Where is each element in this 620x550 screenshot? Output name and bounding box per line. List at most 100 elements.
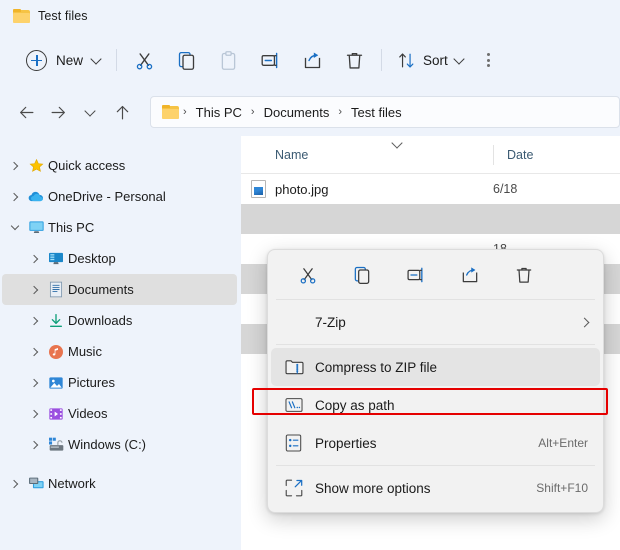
overflow-button[interactable] bbox=[478, 43, 500, 77]
context-copy-button[interactable] bbox=[342, 258, 382, 292]
table-row[interactable]: photo.jpg 6/18 bbox=[241, 174, 620, 204]
rename-icon bbox=[261, 52, 277, 68]
context-menu-item-copy-as-path[interactable]: Copy as path bbox=[271, 386, 600, 424]
context-rename-button[interactable] bbox=[396, 258, 436, 292]
toolbar-divider bbox=[116, 49, 118, 71]
paste-button[interactable] bbox=[207, 43, 249, 77]
paste-icon bbox=[221, 50, 235, 70]
expand-chevron-icon[interactable] bbox=[26, 378, 44, 387]
cloud-icon bbox=[24, 189, 48, 204]
sidebar-item-windows-c[interactable]: Windows (C:) bbox=[2, 429, 237, 460]
arrow-right-icon bbox=[51, 106, 65, 118]
up-button[interactable] bbox=[106, 96, 138, 128]
expand-chevron-icon[interactable] bbox=[26, 440, 44, 449]
videos-icon bbox=[44, 406, 68, 422]
forward-button[interactable] bbox=[42, 96, 74, 128]
expand-chevron-icon[interactable] bbox=[26, 316, 44, 325]
context-menu-item-label: Compress to ZIP file bbox=[315, 359, 438, 375]
breadcrumb-item-documents[interactable]: Documents bbox=[259, 105, 335, 120]
copy-button[interactable] bbox=[165, 43, 207, 77]
scissors-icon bbox=[300, 268, 316, 284]
sort-button[interactable]: Sort bbox=[388, 43, 472, 77]
breadcrumb-item-test-files[interactable]: Test files bbox=[346, 105, 407, 120]
delete-button[interactable] bbox=[333, 43, 375, 77]
address-bar[interactable]: › This PC › Documents › Test files bbox=[150, 96, 620, 128]
sidebar-item-label: Quick access bbox=[48, 158, 126, 173]
context-menu-icon-row bbox=[268, 254, 603, 296]
expand-icon bbox=[285, 479, 315, 497]
properties-icon bbox=[285, 434, 315, 452]
breadcrumb-item-this-pc[interactable]: This PC bbox=[191, 105, 247, 120]
context-menu-divider bbox=[276, 299, 595, 300]
context-share-button[interactable] bbox=[450, 258, 490, 292]
sidebar-item-videos[interactable]: Videos bbox=[2, 398, 237, 429]
file-date: 6/18 bbox=[493, 182, 518, 196]
trash-icon bbox=[346, 52, 362, 69]
folder-icon bbox=[13, 9, 30, 23]
context-menu[interactable]: 7-Zip Compress to ZIP file Copy as path … bbox=[267, 249, 604, 513]
context-menu-item-label: 7-Zip bbox=[315, 314, 346, 330]
expand-chevron-icon[interactable] bbox=[26, 254, 44, 263]
context-menu-item-accelerator: Shift+F10 bbox=[536, 481, 588, 495]
back-button[interactable] bbox=[10, 96, 42, 128]
desktop-icon bbox=[44, 251, 68, 266]
sidebar-item-label: Windows (C:) bbox=[68, 437, 147, 452]
recent-locations-button[interactable] bbox=[74, 96, 106, 128]
column-header-name[interactable]: Name bbox=[241, 136, 493, 162]
new-button-label: New bbox=[56, 52, 84, 68]
sidebar-item-label: OneDrive - Personal bbox=[48, 189, 166, 204]
expand-chevron-icon[interactable] bbox=[26, 347, 44, 356]
drive-icon bbox=[44, 437, 68, 452]
rename-button[interactable] bbox=[249, 43, 291, 77]
network-icon bbox=[24, 476, 48, 492]
sidebar-item-documents[interactable]: Documents bbox=[2, 274, 237, 305]
expand-chevron-icon[interactable] bbox=[26, 409, 44, 418]
expand-chevron-icon[interactable] bbox=[6, 192, 24, 201]
sidebar-item-music[interactable]: Music bbox=[2, 336, 237, 367]
sidebar-item-label: Desktop bbox=[68, 251, 116, 266]
breadcrumb-separator: › bbox=[250, 106, 255, 118]
star-icon bbox=[24, 158, 48, 173]
sort-button-label: Sort bbox=[423, 52, 448, 68]
column-header-name-label: Name bbox=[275, 147, 309, 162]
expand-chevron-icon[interactable] bbox=[6, 161, 24, 170]
sidebar-item-pictures[interactable]: Pictures bbox=[2, 367, 237, 398]
trash-icon bbox=[516, 267, 532, 283]
context-menu-item-show-more-options[interactable]: Show more options Shift+F10 bbox=[271, 469, 600, 507]
collapse-chevron-icon[interactable] bbox=[6, 221, 24, 231]
context-menu-divider bbox=[276, 344, 595, 345]
sidebar-item-this-pc[interactable]: This PC bbox=[2, 212, 237, 243]
context-menu-item-compress-to-zip[interactable]: Compress to ZIP file bbox=[271, 348, 600, 386]
column-header-date[interactable]: Date bbox=[494, 148, 533, 162]
expand-chevron-icon[interactable] bbox=[26, 285, 44, 294]
context-menu-item-7zip[interactable]: 7-Zip bbox=[271, 303, 600, 341]
new-button[interactable]: New bbox=[22, 44, 110, 76]
context-menu-item-label: Show more options bbox=[315, 480, 431, 496]
file-explorer-window: Test files New Sort › This PC › Document… bbox=[0, 0, 620, 550]
sidebar-item-downloads[interactable]: Downloads bbox=[2, 305, 237, 336]
context-delete-button[interactable] bbox=[504, 258, 544, 292]
breadcrumb-separator: › bbox=[183, 106, 187, 118]
sidebar-item-quick-access[interactable]: Quick access bbox=[2, 150, 237, 181]
cut-button[interactable] bbox=[123, 43, 165, 77]
context-cut-button[interactable] bbox=[288, 258, 328, 292]
context-menu-item-properties[interactable]: Properties Alt+Enter bbox=[271, 424, 600, 462]
chevron-down-icon bbox=[84, 104, 96, 117]
documents-icon bbox=[44, 281, 68, 298]
chevron-down-icon bbox=[453, 52, 465, 65]
share-icon bbox=[462, 267, 478, 283]
command-bar: New Sort bbox=[0, 32, 620, 88]
sidebar-item-label: Music bbox=[68, 344, 102, 359]
sidebar-item-network[interactable]: Network bbox=[2, 468, 237, 499]
navigation-pane[interactable]: Quick access OneDrive - Personal This PC bbox=[0, 136, 241, 550]
expand-chevron-icon[interactable] bbox=[6, 479, 24, 488]
copy-path-icon bbox=[285, 397, 315, 413]
column-header-row: Name Date bbox=[241, 136, 620, 174]
table-row[interactable] bbox=[241, 204, 620, 234]
sidebar-item-onedrive[interactable]: OneDrive - Personal bbox=[2, 181, 237, 212]
music-icon bbox=[44, 344, 68, 360]
pictures-icon bbox=[44, 375, 68, 391]
share-button[interactable] bbox=[291, 43, 333, 77]
more-vertical-icon bbox=[487, 53, 491, 67]
sidebar-item-desktop[interactable]: Desktop bbox=[2, 243, 237, 274]
